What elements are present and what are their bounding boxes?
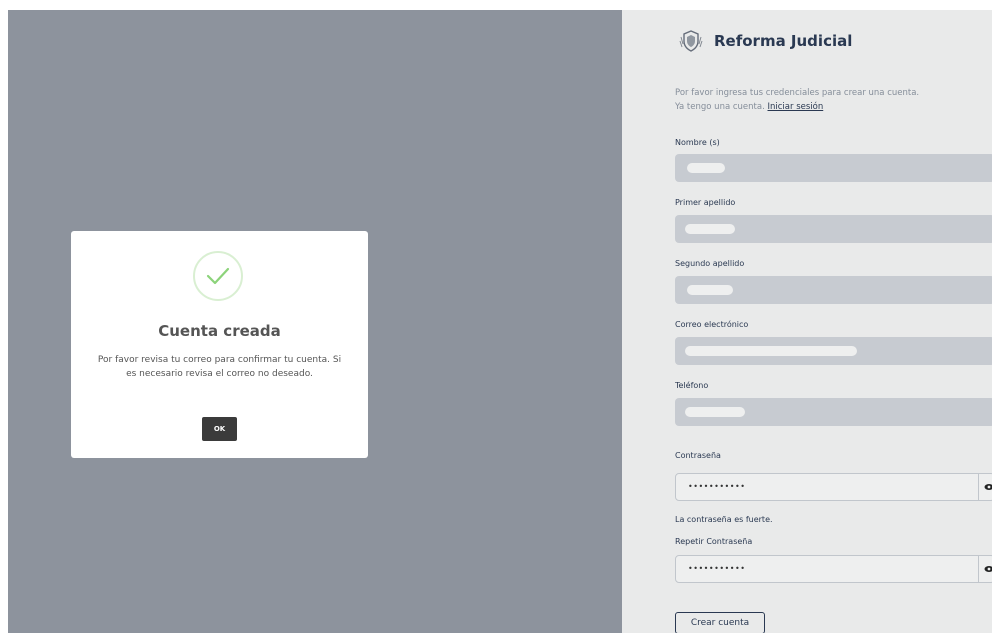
checkmark-icon <box>206 267 230 285</box>
eye-icon <box>984 566 992 572</box>
redacted-value <box>685 407 745 417</box>
show-repeat-password-toggle[interactable] <box>978 556 992 582</box>
crear-cuenta-button[interactable]: Crear cuenta <box>675 612 765 633</box>
password-strength-text: La contraseña es fuerte. <box>675 515 773 524</box>
eye-icon <box>984 484 992 490</box>
intro-line-2: Ya tengo una cuenta. Iniciar sesión <box>675 100 919 114</box>
primer-apellido-label: Primer apellido <box>675 198 736 207</box>
contrasena-value: ••••••••••• <box>688 482 746 491</box>
nombre-input[interactable] <box>675 154 992 182</box>
telefono-label: Teléfono <box>675 381 709 390</box>
correo-input[interactable] <box>675 337 992 365</box>
repetir-contrasena-value: ••••••••••• <box>688 564 746 573</box>
show-password-toggle[interactable] <box>978 474 992 500</box>
brand-header: Reforma Judicial <box>678 28 852 54</box>
success-dialog: Cuenta creada Por favor revisa tu correo… <box>71 231 368 458</box>
redacted-value <box>687 163 725 173</box>
segundo-apellido-input[interactable] <box>675 276 992 304</box>
ok-button[interactable]: OK <box>202 417 237 441</box>
success-check-icon <box>193 251 243 301</box>
contrasena-label: Contraseña <box>675 451 721 460</box>
repetir-contrasena-label: Repetir Contraseña <box>675 537 753 546</box>
redacted-value <box>685 346 857 356</box>
repetir-contrasena-input[interactable]: ••••••••••• <box>675 555 992 583</box>
intro-text: Por favor ingresa tus credenciales para … <box>675 86 919 114</box>
nombre-label: Nombre (s) <box>675 138 720 147</box>
login-link[interactable]: Iniciar sesión <box>768 102 824 112</box>
shield-logo-icon <box>679 30 703 52</box>
intro-line-1: Por favor ingresa tus credenciales para … <box>675 88 920 98</box>
telefono-input[interactable] <box>675 398 992 426</box>
brand-title: Reforma Judicial <box>714 32 853 50</box>
redacted-value <box>687 285 733 295</box>
segundo-apellido-label: Segundo apellido <box>675 259 745 268</box>
redacted-value <box>685 224 735 234</box>
dialog-message: Por favor revisa tu correo para confirma… <box>97 355 342 379</box>
intro-line-2-prefix: Ya tengo una cuenta. <box>675 102 768 112</box>
dialog-title: Cuenta creada <box>158 322 281 340</box>
primer-apellido-input[interactable] <box>675 215 992 243</box>
registration-form: Reforma Judicial Por favor ingresa tus c… <box>622 10 992 633</box>
contrasena-input[interactable]: ••••••••••• <box>675 473 992 501</box>
correo-label: Correo electrónico <box>675 320 749 329</box>
